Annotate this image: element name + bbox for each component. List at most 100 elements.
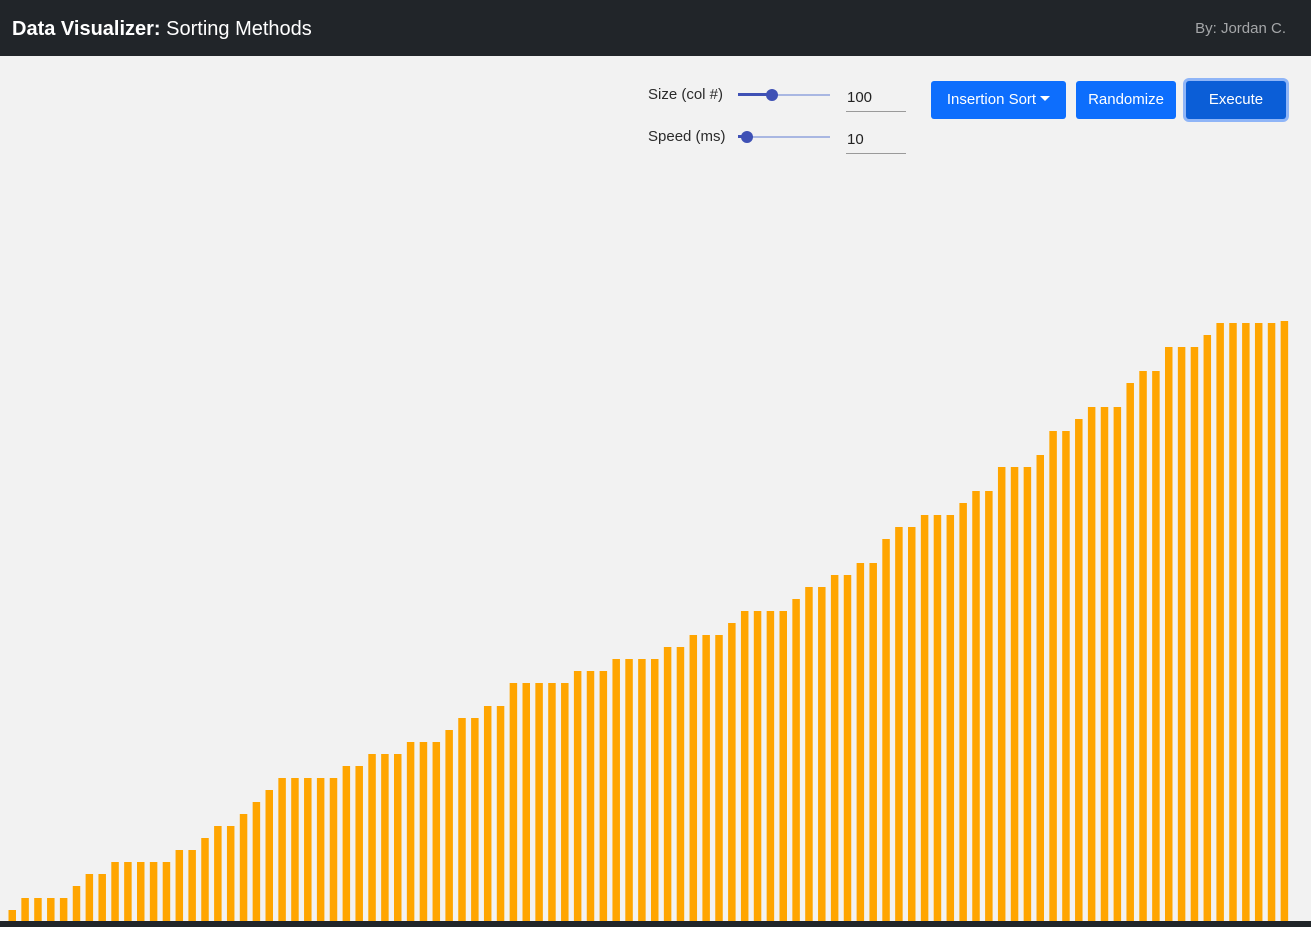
- bar-column: [432, 742, 441, 921]
- bar-column: [818, 587, 826, 921]
- size-label: Size (col #): [648, 86, 724, 103]
- bar-column: [1216, 323, 1224, 921]
- bar-column: [316, 778, 325, 921]
- size-slider-thumb[interactable]: [766, 89, 779, 101]
- bar-column: [1242, 323, 1250, 921]
- caret-down-icon: [1040, 96, 1051, 101]
- bar-column: [1126, 383, 1134, 921]
- bar-column: [586, 671, 595, 921]
- bar-column: [946, 515, 955, 921]
- bar-column: [753, 611, 762, 921]
- bar-column: [908, 527, 916, 921]
- bar-column: [1087, 407, 1096, 921]
- bar-column: [856, 563, 865, 921]
- bar-column: [843, 575, 852, 921]
- algorithm-dropdown-button[interactable]: Insertion Sort: [931, 81, 1066, 119]
- bar-column: [1036, 455, 1044, 921]
- bar-column: [1177, 347, 1186, 921]
- bar-column: [278, 778, 286, 921]
- algorithm-label: Insertion Sort: [946, 91, 1037, 108]
- bar-column: [651, 659, 659, 921]
- bar-column: [124, 862, 132, 921]
- bar-column: [291, 778, 299, 921]
- bar-column: [1100, 407, 1109, 921]
- navbar: Data Visualizer: Sorting Methods By: Jor…: [0, 0, 1311, 56]
- bar-column: [548, 683, 556, 921]
- bar-column: [689, 635, 698, 921]
- bar-column: [1062, 431, 1070, 921]
- bar-column: [21, 898, 29, 921]
- size-slider[interactable]: [738, 88, 830, 102]
- bar-column: [1152, 371, 1160, 921]
- bar-column: [676, 647, 685, 921]
- bar-column: [920, 515, 929, 921]
- bar-column: [792, 599, 800, 921]
- bar-column: [638, 659, 646, 921]
- speed-input[interactable]: [846, 126, 906, 154]
- bar-column: [522, 683, 530, 921]
- bar-column: [599, 671, 608, 921]
- speed-slider[interactable]: [738, 130, 830, 144]
- bar-column: [72, 886, 81, 921]
- bar-column: [8, 910, 16, 921]
- bar-column: [1280, 321, 1289, 921]
- bar-column: [1267, 323, 1276, 921]
- bar-column: [1190, 347, 1199, 921]
- bar-column: [959, 503, 967, 921]
- bar-column: [47, 898, 55, 921]
- bar-column: [1075, 419, 1083, 921]
- bar-column: [329, 778, 338, 921]
- bottom-bar: [0, 921, 1311, 927]
- bar-column: [830, 575, 839, 921]
- bar-column: [1010, 467, 1019, 921]
- bar-column: [1113, 407, 1122, 921]
- bar-column: [779, 611, 787, 921]
- bar-column: [496, 706, 505, 921]
- bar-column: [355, 766, 363, 921]
- execute-button[interactable]: Execute: [1186, 81, 1286, 119]
- bar-column: [535, 683, 543, 921]
- bar-column: [625, 659, 633, 921]
- bar-column: [612, 659, 620, 921]
- bar-column: [239, 814, 248, 921]
- bar-column: [419, 742, 428, 921]
- bar-column: [471, 718, 479, 921]
- bar-column: [573, 671, 582, 921]
- bar-column: [1049, 431, 1057, 921]
- bar-column: [1165, 347, 1173, 921]
- bar-column: [1203, 335, 1212, 921]
- app-title[interactable]: Data Visualizer: Sorting Methods: [12, 17, 312, 41]
- bar-column: [1023, 467, 1032, 921]
- bar-column: [483, 706, 492, 921]
- bar-column: [111, 862, 119, 921]
- bar-column: [997, 467, 1006, 921]
- bar-column: [882, 539, 890, 921]
- size-input[interactable]: [846, 84, 906, 112]
- bar-column: [805, 587, 813, 921]
- bar-column: [162, 862, 171, 921]
- bar-column: [1254, 323, 1263, 921]
- bar-column: [985, 491, 993, 921]
- speed-slider-thumb[interactable]: [741, 131, 754, 143]
- bar-column: [663, 647, 672, 921]
- bar-column: [368, 754, 376, 921]
- bar-column: [252, 802, 261, 921]
- author-credit: By: Jordan C.: [1195, 20, 1286, 37]
- bar-column: [933, 515, 942, 921]
- bar-column: [265, 790, 273, 921]
- bar-column: [1229, 323, 1237, 921]
- randomize-button[interactable]: Randomize: [1076, 81, 1176, 119]
- bar-column: [188, 850, 196, 921]
- bar-column: [342, 766, 351, 921]
- bar-column: [304, 778, 312, 921]
- bar-column: [175, 850, 184, 921]
- bar-column: [85, 874, 94, 921]
- bar-column: [458, 718, 466, 921]
- bar-column: [226, 826, 235, 921]
- bar-column: [137, 862, 145, 921]
- bar-column: [98, 874, 106, 921]
- bar-column: [214, 826, 222, 921]
- app-title-rest: Sorting Methods: [160, 18, 312, 40]
- bar-column: [895, 527, 903, 921]
- bar-column: [869, 563, 877, 921]
